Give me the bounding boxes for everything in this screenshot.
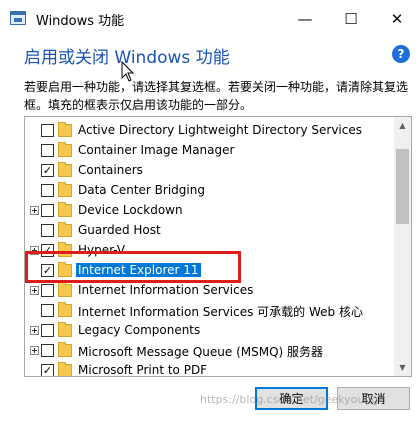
feature-label: Internet Information Services [78,283,254,297]
feature-label: Guarded Host [78,223,161,237]
minimize-button[interactable]: — [282,0,328,38]
feature-row[interactable]: ✓ Microsoft Print to PDF [25,361,395,377]
scroll-thumb[interactable] [396,149,409,224]
feature-checkbox[interactable] [41,344,54,357]
feature-row[interactable]: Legacy Components [25,321,395,341]
features-tree[interactable]: Active Directory Lightweight Directory S… [24,116,412,377]
annotation-highlight [25,251,241,283]
folder-icon [58,142,72,157]
feature-label: Internet Information Services 可承载的 Web 核… [78,305,363,319]
scroll-up-icon[interactable]: ▲ [394,117,411,134]
feature-checkbox[interactable] [41,324,54,337]
folder-icon [58,202,72,217]
feature-checkbox[interactable] [41,144,54,157]
feature-label: Microsoft Message Queue (MSMQ) 服务器 [78,345,324,359]
instructions-text: 若要启用一种功能，请选择其复选框。若要关闭一种功能，请清除其复选框。填充的框表示… [24,80,409,112]
feature-label: Legacy Components [78,323,201,337]
folder-icon [58,122,72,137]
feature-row[interactable]: Guarded Host [25,221,395,241]
feature-row[interactable]: Data Center Bridging [25,181,395,201]
folder-icon [58,322,72,337]
feature-row[interactable]: Internet Information Services 可承载的 Web 核… [25,301,395,321]
close-button[interactable]: ✕ [374,0,420,38]
vertical-scrollbar[interactable]: ▲ ▼ [394,117,411,376]
feature-label: Active Directory Lightweight Directory S… [78,123,362,137]
folder-icon [58,222,72,237]
feature-label: Microsoft Print to PDF [78,363,208,377]
expand-icon[interactable] [30,286,39,295]
feature-row[interactable]: Container Image Manager [25,141,395,161]
folder-icon [58,342,72,357]
feature-checkbox[interactable] [41,204,54,217]
expand-icon[interactable] [30,326,39,335]
feature-row[interactable]: Internet Information Services [25,281,395,301]
feature-checkbox[interactable] [41,184,54,197]
folder-icon [58,162,72,177]
expand-icon[interactable] [30,206,39,215]
help-icon[interactable]: ? [392,45,410,63]
feature-label: Containers [78,163,143,177]
scroll-down-icon[interactable]: ▼ [394,359,411,376]
expand-icon[interactable] [30,346,39,355]
feature-row[interactable]: Device Lockdown [25,201,395,221]
window-features-icon [10,11,26,25]
folder-icon [58,362,72,376]
feature-label: Data Center Bridging [78,183,205,197]
feature-checkbox[interactable] [41,124,54,137]
folder-icon [58,182,72,197]
title-bar: Windows 功能 — ☐ ✕ [0,0,420,38]
feature-row[interactable]: ✓ Containers [25,161,395,181]
feature-checkbox[interactable] [41,284,54,297]
feature-checkbox[interactable]: ✓ [41,364,54,376]
feature-row[interactable]: Microsoft Message Queue (MSMQ) 服务器 [25,341,395,361]
feature-checkbox[interactable] [41,304,54,317]
maximize-button[interactable]: ☐ [328,0,374,38]
feature-checkbox[interactable]: ✓ [41,164,54,177]
feature-row[interactable]: Active Directory Lightweight Directory S… [25,121,395,141]
watermark: https://blog.csdn.net/geekyoung [200,393,379,406]
feature-checkbox[interactable] [41,224,54,237]
window-title: Windows 功能 [36,14,125,29]
feature-label: Device Lockdown [78,203,183,217]
folder-icon [58,302,72,317]
folder-icon [58,282,72,297]
feature-label: Container Image Manager [78,143,235,157]
